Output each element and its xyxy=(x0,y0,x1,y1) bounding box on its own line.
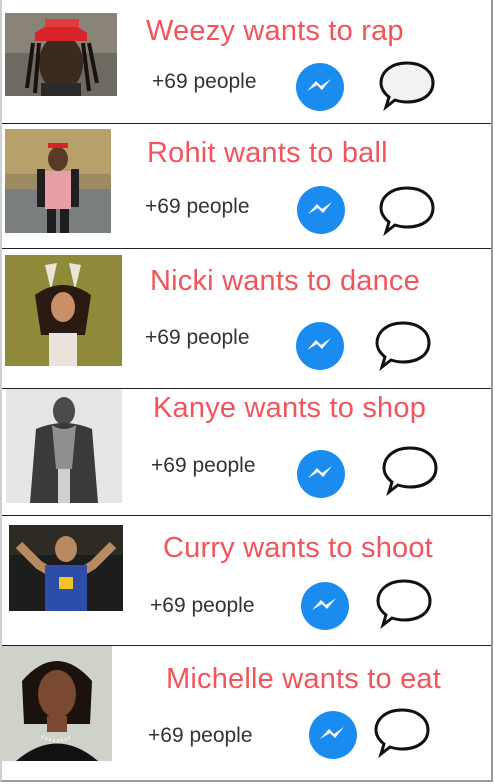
speech-bubble-icon[interactable] xyxy=(374,319,432,371)
participant-count: +69 people xyxy=(152,70,257,93)
activity-title: Kanye wants to shop xyxy=(153,392,427,424)
messenger-icon[interactable] xyxy=(295,62,345,112)
activity-title: Michelle wants to eat xyxy=(166,663,441,695)
participant-count: +69 people xyxy=(148,724,253,747)
speech-bubble-icon[interactable] xyxy=(378,184,436,236)
avatar[interactable] xyxy=(9,525,123,611)
activity-title: Weezy wants to rap xyxy=(146,15,404,47)
messenger-icon[interactable] xyxy=(296,185,346,235)
messenger-icon[interactable] xyxy=(300,581,350,631)
avatar[interactable] xyxy=(5,13,117,96)
speech-bubble-icon[interactable] xyxy=(373,706,431,758)
avatar[interactable] xyxy=(2,646,112,761)
participant-count: +69 people xyxy=(151,454,256,477)
activity-title: Rohit wants to ball xyxy=(147,137,388,169)
list-item[interactable]: Weezy wants to rap +69 people xyxy=(2,0,491,124)
list-item[interactable]: Michelle wants to eat +69 people xyxy=(2,646,491,780)
speech-bubble-icon[interactable] xyxy=(378,59,436,111)
messenger-icon[interactable] xyxy=(296,449,346,499)
list-item[interactable]: Nicki wants to dance +69 people xyxy=(2,249,491,389)
participant-count: +69 people xyxy=(150,594,255,617)
activity-title: Curry wants to shoot xyxy=(163,532,433,564)
avatar[interactable] xyxy=(6,389,122,503)
list-item[interactable]: Curry wants to shoot +69 people xyxy=(2,516,491,646)
activity-feed: Weezy wants to rap +69 people Rohit want… xyxy=(0,0,493,782)
list-item[interactable]: Kanye wants to shop +69 people xyxy=(2,389,491,516)
participant-count: +69 people xyxy=(145,326,250,349)
participant-count: +69 people xyxy=(145,195,250,218)
speech-bubble-icon[interactable] xyxy=(381,444,439,496)
speech-bubble-icon[interactable] xyxy=(375,577,433,629)
avatar[interactable] xyxy=(5,129,111,233)
avatar[interactable] xyxy=(5,255,122,366)
activity-title: Nicki wants to dance xyxy=(150,265,420,297)
messenger-icon[interactable] xyxy=(308,710,358,760)
list-item[interactable]: Rohit wants to ball +69 people xyxy=(2,124,491,249)
messenger-icon[interactable] xyxy=(295,321,345,371)
